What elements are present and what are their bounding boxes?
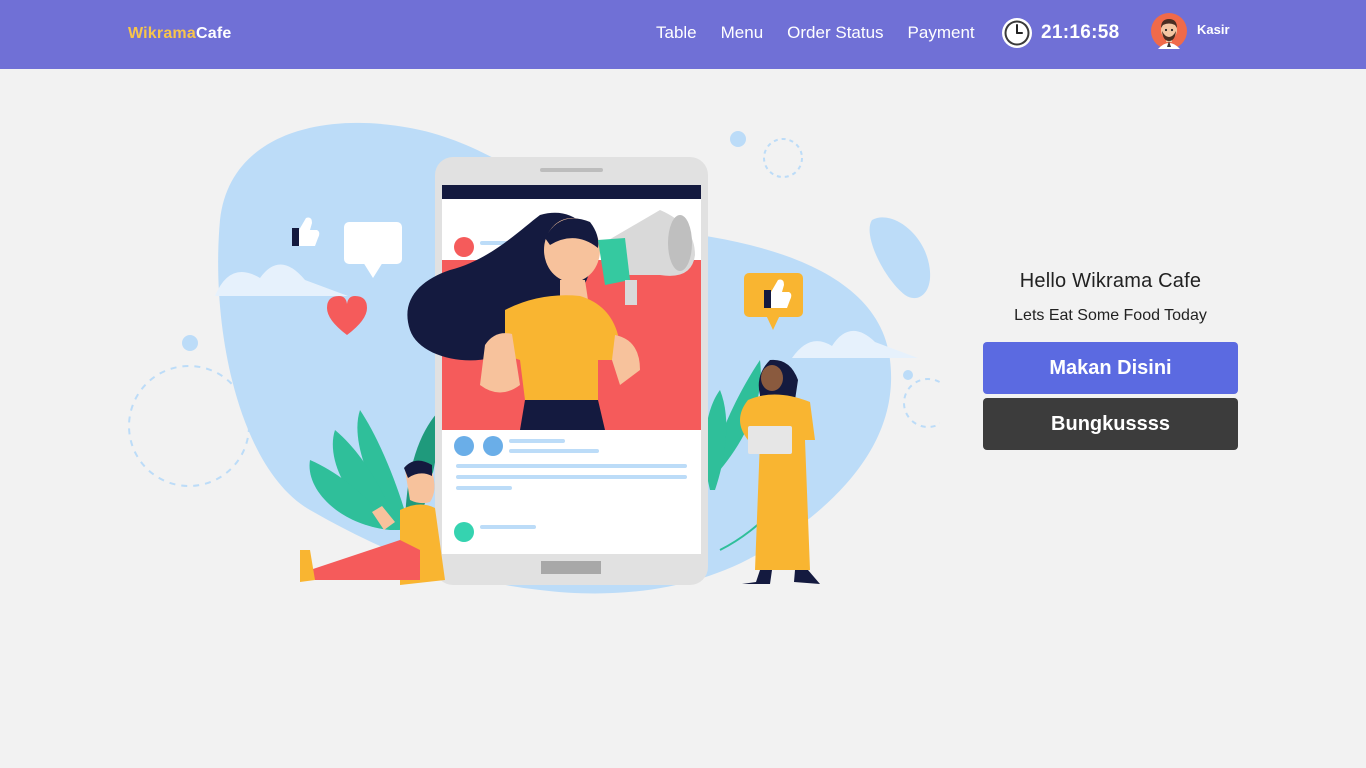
clock: 21:16:58 [1001,17,1119,49]
brand-name-part1: Wikrama [128,25,196,42]
nav-item-menu[interactable]: Menu [721,22,764,44]
nav-item-payment[interactable]: Payment [908,22,975,44]
user-menu[interactable]: Kasir [1151,13,1230,49]
avatar [1151,13,1187,49]
brand-logo[interactable]: WikramaCafe [128,25,231,43]
social-media-promotion-illustration [128,122,940,594]
greeting-heading: Hello Wikrama Cafe [1019,270,1202,292]
brand-name-part2: Cafe [195,25,232,42]
nav-links: Table Menu Order Status Payment [656,22,999,44]
clock-time: 21:16:58 [1041,22,1120,43]
user-name: Kasir [1197,21,1230,37]
takeaway-button[interactable]: Bungkussss [983,398,1238,450]
clock-icon [1002,18,1032,48]
dine-in-button[interactable]: Makan Disini [983,342,1238,394]
nav-item-order-status[interactable]: Order Status [787,22,883,44]
navbar: WikramaCafe Table Menu Order Status Paym… [0,0,1366,69]
order-type-panel: Hello Wikrama Cafe Lets Eat Some Food To… [983,270,1238,450]
greeting-subtitle: Lets Eat Some Food Today [1014,307,1207,324]
right-leaf-blob [869,217,931,299]
nav-item-table[interactable]: Table [656,22,697,44]
